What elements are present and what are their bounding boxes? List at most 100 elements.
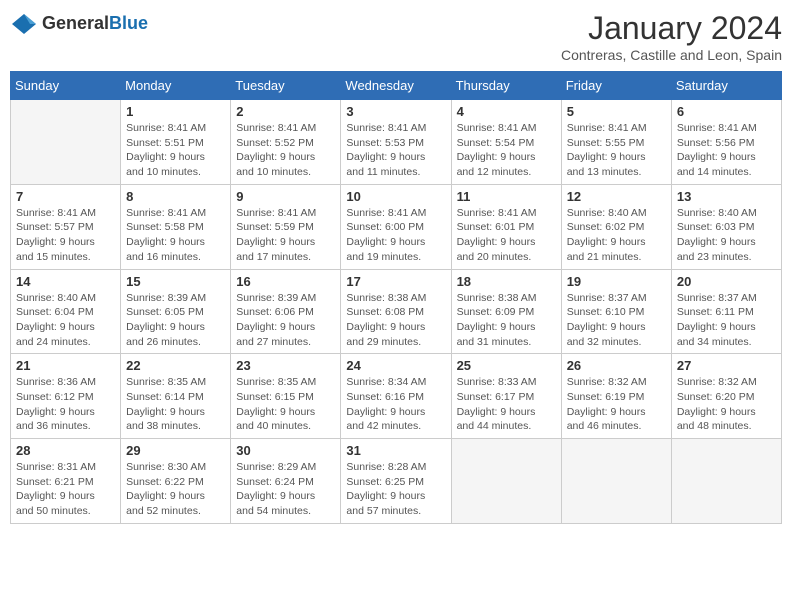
day-info: Sunrise: 8:32 AMSunset: 6:20 PMDaylight:…: [677, 375, 776, 434]
day-info: Sunrise: 8:41 AMSunset: 5:55 PMDaylight:…: [567, 121, 666, 180]
calendar-cell: 10 Sunrise: 8:41 AMSunset: 6:00 PMDayligh…: [341, 184, 451, 269]
day-number: 28: [16, 443, 115, 458]
day-number: 29: [126, 443, 225, 458]
calendar-cell: 27 Sunrise: 8:32 AMSunset: 6:20 PMDayligh…: [671, 354, 781, 439]
calendar-cell: 30 Sunrise: 8:29 AMSunset: 6:24 PMDayligh…: [231, 439, 341, 524]
calendar-cell: 21Sunrise: 8:36 AMSunset: 6:12 PMDayligh…: [11, 354, 121, 439]
calendar-cell: 16 Sunrise: 8:39 AMSunset: 6:06 PMDayligh…: [231, 269, 341, 354]
calendar-cell: 3 Sunrise: 8:41 AMSunset: 5:53 PMDaylight…: [341, 100, 451, 185]
day-number: 3: [346, 104, 445, 119]
day-number: 23: [236, 358, 335, 373]
day-info: Sunrise: 8:41 AMSunset: 5:52 PMDaylight:…: [236, 121, 335, 180]
day-info: Sunrise: 8:41 AMSunset: 5:53 PMDaylight:…: [346, 121, 445, 180]
calendar-cell: 28 Sunrise: 8:31 AMSunset: 6:21 PMDayligh…: [11, 439, 121, 524]
calendar-cell: 6 Sunrise: 8:41 AMSunset: 5:56 PMDaylight…: [671, 100, 781, 185]
calendar-cell: 7Sunrise: 8:41 AMSunset: 5:57 PMDaylight…: [11, 184, 121, 269]
day-number: 2: [236, 104, 335, 119]
day-number: 21: [16, 358, 115, 373]
day-number: 17: [346, 274, 445, 289]
day-info: Sunrise: 8:29 AMSunset: 6:24 PMDaylight:…: [236, 460, 335, 519]
logo-icon: [10, 10, 38, 38]
calendar-cell: 20 Sunrise: 8:37 AMSunset: 6:11 PMDayligh…: [671, 269, 781, 354]
day-info: Sunrise: 8:34 AMSunset: 6:16 PMDaylight:…: [346, 375, 445, 434]
day-header-saturday: Saturday: [671, 72, 781, 100]
calendar-week-row: 14Sunrise: 8:40 AMSunset: 6:04 PMDayligh…: [11, 269, 782, 354]
day-number: 22: [126, 358, 225, 373]
calendar-cell: 14Sunrise: 8:40 AMSunset: 6:04 PMDayligh…: [11, 269, 121, 354]
calendar-cell: 12Sunrise: 8:40 AMSunset: 6:02 PMDayligh…: [561, 184, 671, 269]
day-number: 11: [457, 189, 556, 204]
calendar-cell: [11, 100, 121, 185]
calendar-cell: 22 Sunrise: 8:35 AMSunset: 6:14 PMDayligh…: [121, 354, 231, 439]
calendar-cell: 31Sunrise: 8:28 AMSunset: 6:25 PMDayligh…: [341, 439, 451, 524]
day-info: Sunrise: 8:41 AMSunset: 5:59 PMDaylight:…: [236, 206, 335, 265]
day-info: Sunrise: 8:33 AMSunset: 6:17 PMDaylight:…: [457, 375, 556, 434]
day-info: Sunrise: 8:37 AMSunset: 6:11 PMDaylight:…: [677, 291, 776, 350]
day-info: Sunrise: 8:39 AMSunset: 6:05 PMDaylight:…: [126, 291, 225, 350]
day-number: 10: [346, 189, 445, 204]
calendar-cell: 15 Sunrise: 8:39 AMSunset: 6:05 PMDayligh…: [121, 269, 231, 354]
logo: GeneralBlue: [10, 10, 148, 38]
day-info: Sunrise: 8:41 AMSunset: 5:56 PMDaylight:…: [677, 121, 776, 180]
day-number: 16: [236, 274, 335, 289]
calendar-cell: 11 Sunrise: 8:41 AMSunset: 6:01 PMDayligh…: [451, 184, 561, 269]
day-header-wednesday: Wednesday: [341, 72, 451, 100]
calendar-cell: 13Sunrise: 8:40 AMSunset: 6:03 PMDayligh…: [671, 184, 781, 269]
calendar-cell: 9Sunrise: 8:41 AMSunset: 5:59 PMDaylight…: [231, 184, 341, 269]
day-header-thursday: Thursday: [451, 72, 561, 100]
day-number: 12: [567, 189, 666, 204]
calendar-cell: 26Sunrise: 8:32 AMSunset: 6:19 PMDayligh…: [561, 354, 671, 439]
day-number: 6: [677, 104, 776, 119]
calendar-week-row: 28 Sunrise: 8:31 AMSunset: 6:21 PMDayligh…: [11, 439, 782, 524]
title-block: January 2024 Contreras, Castille and Leo…: [561, 10, 782, 63]
calendar-cell: 2 Sunrise: 8:41 AMSunset: 5:52 PMDaylight…: [231, 100, 341, 185]
day-number: 8: [126, 189, 225, 204]
calendar-week-row: 21Sunrise: 8:36 AMSunset: 6:12 PMDayligh…: [11, 354, 782, 439]
day-number: 18: [457, 274, 556, 289]
calendar-cell: 25 Sunrise: 8:33 AMSunset: 6:17 PMDayligh…: [451, 354, 561, 439]
day-number: 30: [236, 443, 335, 458]
day-info: Sunrise: 8:35 AMSunset: 6:14 PMDaylight:…: [126, 375, 225, 434]
day-header-friday: Friday: [561, 72, 671, 100]
day-number: 1: [126, 104, 225, 119]
day-info: Sunrise: 8:38 AMSunset: 6:09 PMDaylight:…: [457, 291, 556, 350]
day-number: 20: [677, 274, 776, 289]
day-number: 25: [457, 358, 556, 373]
calendar-cell: 19 Sunrise: 8:37 AMSunset: 6:10 PMDayligh…: [561, 269, 671, 354]
calendar-header-row: SundayMondayTuesdayWednesdayThursdayFrid…: [11, 72, 782, 100]
calendar-cell: 29Sunrise: 8:30 AMSunset: 6:22 PMDayligh…: [121, 439, 231, 524]
day-info: Sunrise: 8:31 AMSunset: 6:21 PMDaylight:…: [16, 460, 115, 519]
day-header-sunday: Sunday: [11, 72, 121, 100]
day-info: Sunrise: 8:39 AMSunset: 6:06 PMDaylight:…: [236, 291, 335, 350]
calendar-cell: 18 Sunrise: 8:38 AMSunset: 6:09 PMDayligh…: [451, 269, 561, 354]
day-header-monday: Monday: [121, 72, 231, 100]
day-number: 4: [457, 104, 556, 119]
day-info: Sunrise: 8:41 AMSunset: 5:51 PMDaylight:…: [126, 121, 225, 180]
day-number: 15: [126, 274, 225, 289]
day-info: Sunrise: 8:35 AMSunset: 6:15 PMDaylight:…: [236, 375, 335, 434]
calendar-cell: 23 Sunrise: 8:35 AMSunset: 6:15 PMDayligh…: [231, 354, 341, 439]
day-number: 13: [677, 189, 776, 204]
calendar-table: SundayMondayTuesdayWednesdayThursdayFrid…: [10, 71, 782, 524]
day-info: Sunrise: 8:41 AMSunset: 6:00 PMDaylight:…: [346, 206, 445, 265]
calendar-cell: [451, 439, 561, 524]
day-info: Sunrise: 8:32 AMSunset: 6:19 PMDaylight:…: [567, 375, 666, 434]
day-number: 27: [677, 358, 776, 373]
day-info: Sunrise: 8:40 AMSunset: 6:04 PMDaylight:…: [16, 291, 115, 350]
calendar-cell: [561, 439, 671, 524]
day-number: 5: [567, 104, 666, 119]
day-header-tuesday: Tuesday: [231, 72, 341, 100]
calendar-cell: 24Sunrise: 8:34 AMSunset: 6:16 PMDayligh…: [341, 354, 451, 439]
calendar-cell: 1 Sunrise: 8:41 AMSunset: 5:51 PMDaylight…: [121, 100, 231, 185]
calendar-week-row: 7Sunrise: 8:41 AMSunset: 5:57 PMDaylight…: [11, 184, 782, 269]
day-info: Sunrise: 8:37 AMSunset: 6:10 PMDaylight:…: [567, 291, 666, 350]
calendar-cell: 17 Sunrise: 8:38 AMSunset: 6:08 PMDayligh…: [341, 269, 451, 354]
calendar-cell: 5 Sunrise: 8:41 AMSunset: 5:55 PMDaylight…: [561, 100, 671, 185]
day-info: Sunrise: 8:41 AMSunset: 5:58 PMDaylight:…: [126, 206, 225, 265]
day-info: Sunrise: 8:38 AMSunset: 6:08 PMDaylight:…: [346, 291, 445, 350]
calendar-week-row: 1 Sunrise: 8:41 AMSunset: 5:51 PMDaylight…: [11, 100, 782, 185]
day-info: Sunrise: 8:28 AMSunset: 6:25 PMDaylight:…: [346, 460, 445, 519]
day-info: Sunrise: 8:41 AMSunset: 6:01 PMDaylight:…: [457, 206, 556, 265]
day-info: Sunrise: 8:41 AMSunset: 5:54 PMDaylight:…: [457, 121, 556, 180]
day-number: 19: [567, 274, 666, 289]
